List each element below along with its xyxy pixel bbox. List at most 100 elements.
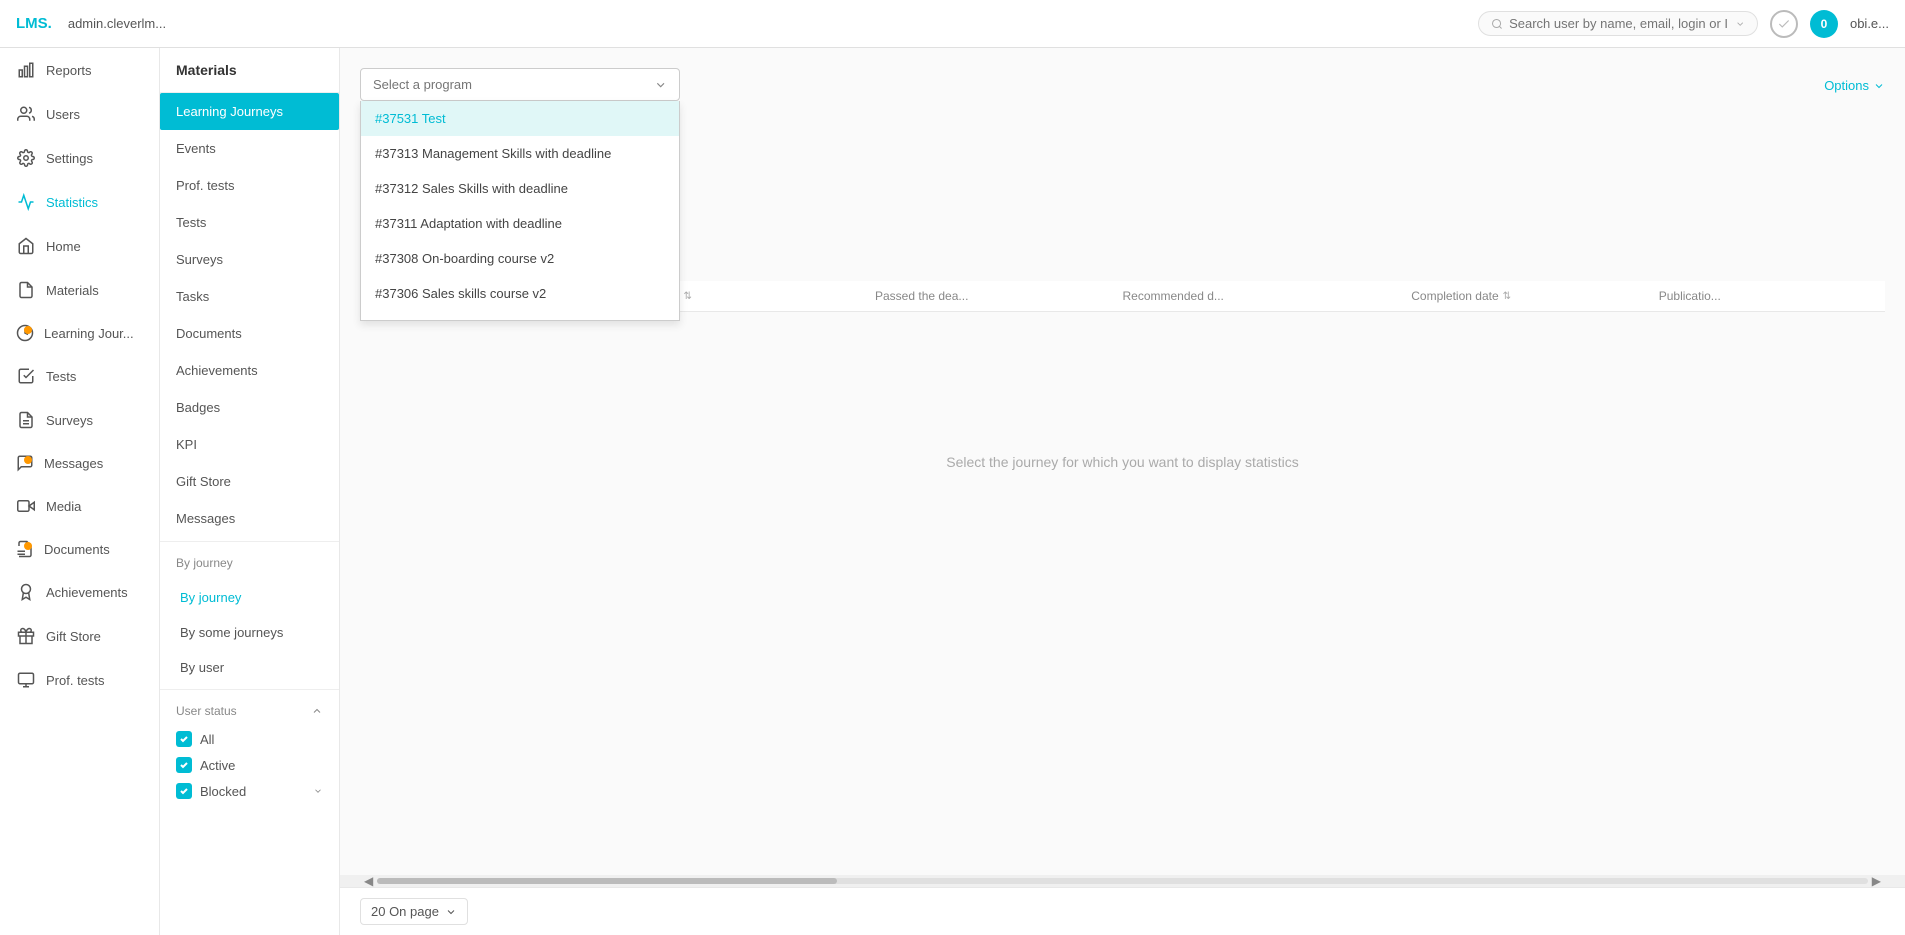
sidebar-item-settings[interactable]: Settings	[0, 136, 159, 180]
sidebar-item-documents[interactable]: Documents	[0, 528, 159, 570]
dropdown-list: #37531 Test #37313 Management Skills wit…	[360, 101, 680, 321]
chart-line-icon	[16, 192, 36, 212]
bottom-bar: 20 On page	[340, 887, 1905, 935]
program-select-input[interactable]	[373, 77, 654, 92]
journey-icon-wrap	[16, 324, 34, 342]
checklist-icon	[16, 366, 36, 386]
col-header-recommended[interactable]: Recommended d...	[1123, 289, 1412, 303]
content-inner: #37531 Test #37313 Management Skills wit…	[340, 48, 1905, 875]
sidebar-label-surveys: Surveys	[46, 413, 93, 428]
dropdown-item-4[interactable]: #37308 On-boarding course v2	[361, 241, 679, 276]
sidebar-item-surveys[interactable]: Surveys	[0, 398, 159, 442]
user-status-label[interactable]: User status	[176, 704, 323, 718]
sidebar-item-gift-store[interactable]: Gift Store	[0, 614, 159, 658]
horizontal-scrollbar[interactable]: ◀ ▶	[340, 875, 1905, 887]
program-select-box[interactable]	[360, 68, 680, 101]
mid-item-gift-store[interactable]: Gift Store	[160, 463, 339, 500]
dropdown-icon	[1735, 18, 1745, 30]
search-input[interactable]	[1509, 16, 1729, 31]
search-icon	[1491, 17, 1503, 31]
sidebar-item-messages[interactable]: Messages	[0, 442, 159, 484]
media-icon	[16, 496, 36, 516]
mid-item-kpi[interactable]: KPI	[160, 426, 339, 463]
empty-state-text: Select the journey for which you want to…	[946, 454, 1299, 470]
col-header-passed-deadline[interactable]: Passed the dea...	[875, 289, 1123, 303]
col-header-publication[interactable]: Publicatio...	[1659, 289, 1865, 303]
sidebar-item-learning-journeys[interactable]: Learning Jour...	[0, 312, 159, 354]
sub-item-by-journey[interactable]: By journey	[160, 580, 339, 615]
options-chevron-icon	[1873, 80, 1885, 92]
mid-item-achievements[interactable]: Achievements	[160, 352, 339, 389]
dropdown-item-6[interactable]: #37262 Day 1. Introductory	[361, 311, 679, 321]
mid-item-learning-journeys[interactable]: Learning Journeys	[160, 93, 339, 130]
sidebar-label-settings: Settings	[46, 151, 93, 166]
mid-sidebar: Materials Learning Journeys Events Prof.…	[160, 48, 340, 935]
col-passed-label: Passed the dea...	[875, 289, 968, 303]
sidebar-item-materials[interactable]: Materials	[0, 268, 159, 312]
mid-item-documents[interactable]: Documents	[160, 315, 339, 352]
scrollbar-track[interactable]	[377, 878, 1868, 884]
mid-item-tasks[interactable]: Tasks	[160, 278, 339, 315]
checkbox-active[interactable]	[176, 757, 192, 773]
sidebar-item-achievements[interactable]: Achievements	[0, 570, 159, 614]
checkbox-all[interactable]	[176, 731, 192, 747]
scrollbar-thumb[interactable]	[377, 878, 837, 884]
sidebar-item-media[interactable]: Media	[0, 484, 159, 528]
per-page-label: 20 On page	[371, 904, 439, 919]
documents-dot	[24, 542, 32, 550]
topbar: LMS. admin.cleverlm... 0 obi.e...	[0, 0, 1905, 48]
sidebar-item-users[interactable]: Users	[0, 92, 159, 136]
chevron-up-icon	[311, 705, 323, 717]
sidebar-item-prof-tests[interactable]: Prof. tests	[0, 658, 159, 702]
dropdown-item-0[interactable]: #37531 Test	[361, 101, 679, 136]
col-completion-label: Completion date	[1411, 289, 1498, 303]
sidebar-label-home: Home	[46, 239, 81, 254]
sidebar-label-achievements: Achievements	[46, 585, 128, 600]
messages-dot	[24, 456, 32, 464]
mid-item-messages[interactable]: Messages	[160, 500, 339, 537]
mid-item-surveys[interactable]: Surveys	[160, 241, 339, 278]
sidebar-item-statistics[interactable]: Statistics	[0, 180, 159, 224]
dropdown-item-3[interactable]: #37311 Adaptation with deadline	[361, 206, 679, 241]
sidebar-label-media: Media	[46, 499, 81, 514]
sidebar-item-reports[interactable]: Reports	[0, 48, 159, 92]
scroll-right-arrow[interactable]: ▶	[1868, 874, 1885, 888]
sub-item-by-some-journeys[interactable]: By some journeys	[160, 615, 339, 650]
sidebar-label-tests: Tests	[46, 369, 76, 384]
mid-item-events[interactable]: Events	[160, 130, 339, 167]
scroll-left-arrow[interactable]: ◀	[360, 874, 377, 888]
checkbox-blocked[interactable]	[176, 783, 192, 799]
check-circle	[1770, 10, 1798, 38]
dropdown-item-1[interactable]: #37313 Management Skills with deadline	[361, 136, 679, 171]
sub-item-by-user[interactable]: By user	[160, 650, 339, 685]
col-header-completion[interactable]: Completion date ⇅	[1411, 289, 1659, 303]
prof-test-icon	[16, 670, 36, 690]
status-all-row[interactable]: All	[176, 726, 323, 752]
mid-item-badges[interactable]: Badges	[160, 389, 339, 426]
dropdown-item-5[interactable]: #37306 Sales skills course v2	[361, 276, 679, 311]
sidebar-label-reports: Reports	[46, 63, 92, 78]
mid-item-prof-tests[interactable]: Prof. tests	[160, 167, 339, 204]
achievement-icon	[16, 582, 36, 602]
message-icon-wrap	[16, 454, 34, 472]
learning-journey-dot	[24, 326, 32, 334]
col-publication-label: Publicatio...	[1659, 289, 1721, 303]
program-select-wrap: #37531 Test #37313 Management Skills wit…	[360, 68, 680, 101]
gift-icon	[16, 626, 36, 646]
sidebar-label-materials: Materials	[46, 283, 99, 298]
status-active-row[interactable]: Active	[176, 752, 323, 778]
options-button[interactable]: Options	[1824, 68, 1885, 93]
sidebar-item-tests[interactable]: Tests	[0, 354, 159, 398]
status-all-label: All	[200, 732, 214, 747]
sort-icon-completion: ⇅	[1503, 291, 1511, 302]
sidebar-item-home[interactable]: Home	[0, 224, 159, 268]
mid-item-tests[interactable]: Tests	[160, 204, 339, 241]
home-icon	[16, 236, 36, 256]
admin-label: admin.cleverlm...	[68, 16, 166, 31]
status-blocked-row[interactable]: Blocked	[176, 778, 323, 804]
dropdown-item-2[interactable]: #37312 Sales Skills with deadline	[361, 171, 679, 206]
search-bar[interactable]	[1478, 11, 1758, 36]
status-blocked-label: Blocked	[200, 784, 246, 799]
logo: LMS.	[16, 15, 52, 32]
per-page-button[interactable]: 20 On page	[360, 898, 468, 925]
